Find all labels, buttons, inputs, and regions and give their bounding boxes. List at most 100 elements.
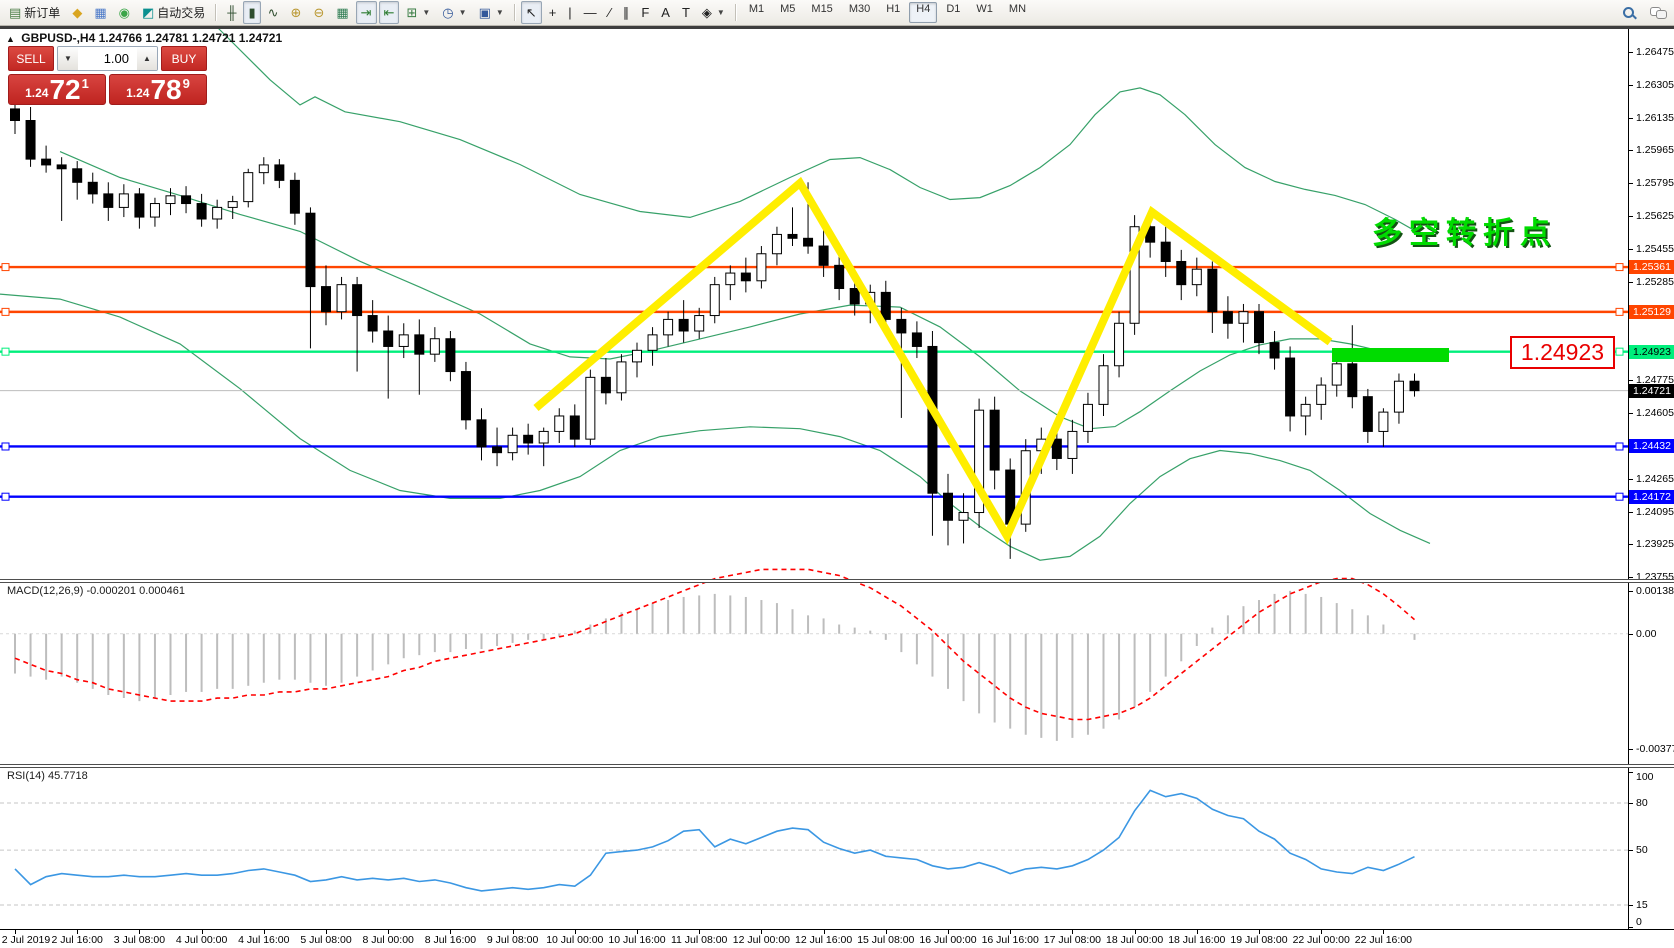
chevron-down-icon: ▼ — [459, 8, 467, 17]
candlestick-chart-button[interactable]: ▮ — [243, 1, 260, 24]
vertical-line-button[interactable]: | — [563, 1, 576, 24]
trendline-button[interactable]: ∕ — [604, 1, 616, 24]
new-order-label: 新订单 — [24, 4, 60, 21]
sell-price-pip: 1 — [82, 76, 89, 91]
timeframe-m1-button[interactable]: M1 — [742, 2, 771, 23]
price-tick — [1629, 282, 1633, 283]
cursor-icon: ↖ — [526, 6, 537, 19]
toolbar-separator — [735, 4, 737, 21]
horizontal-line-button[interactable]: — — [579, 1, 602, 24]
volume-input[interactable]: 1.00 — [78, 47, 137, 70]
timeframe-m5-button[interactable]: M5 — [773, 2, 802, 23]
panel-separator-rsi[interactable] — [0, 764, 1674, 768]
price-tick-label: 1.25795 — [1636, 177, 1674, 189]
timeframe-h1-button[interactable]: H1 — [879, 2, 907, 23]
line-chart-icon: ∿ — [268, 6, 279, 19]
chart-shift-button[interactable]: ⇤ — [379, 1, 400, 24]
buy-button[interactable]: BUY — [161, 46, 207, 71]
shapes-button[interactable]: ◈▼ — [697, 1, 730, 24]
rsi-axis-label: 50 — [1636, 844, 1648, 856]
zoom-in-button[interactable]: ⊕ — [286, 1, 307, 24]
shapes-icon: ◈ — [702, 6, 712, 19]
templates-button[interactable]: ▣▼ — [474, 1, 509, 24]
chevron-down-icon: ▼ — [496, 8, 504, 17]
symbol-marker-icon: ▲ — [6, 34, 15, 44]
market-watch-button[interactable]: ▦ — [89, 1, 111, 24]
text-label-button[interactable]: T — [677, 1, 695, 24]
price-tick — [1629, 512, 1633, 513]
timeframe-mn-button[interactable]: MN — [1002, 2, 1033, 23]
time-label: 18 Jul 00:00 — [1106, 934, 1163, 946]
price-tick — [1629, 249, 1633, 250]
bar-chart-button[interactable]: ╫ — [222, 1, 241, 24]
timeframe-m30-button[interactable]: M30 — [842, 2, 877, 23]
zoom-out-button[interactable]: ⊖ — [308, 1, 329, 24]
trendline-zigzag[interactable] — [536, 183, 1330, 536]
new-order-button[interactable]: ▤新订单 — [4, 1, 65, 24]
autotrade-button[interactable]: ◩自动交易 — [137, 1, 210, 24]
sell-price-box[interactable]: 1.24 72 1 — [8, 74, 106, 105]
price-tick — [1629, 183, 1633, 184]
time-label: 10 Jul 16:00 — [608, 934, 665, 946]
new-chart-button[interactable]: ⊞▼ — [401, 1, 435, 24]
volume-down-button[interactable]: ▼ — [58, 47, 78, 70]
monitor-icon: ▦ — [94, 6, 106, 19]
panel-separator-macd[interactable] — [0, 579, 1674, 583]
buy-price-box[interactable]: 1.24 78 9 — [109, 74, 207, 105]
pivot-line-handle — [2, 348, 9, 355]
cursor-button[interactable]: ↖ — [521, 1, 542, 24]
crosshair-button[interactable]: + — [544, 1, 562, 24]
volume-up-button[interactable]: ▲ — [137, 47, 157, 70]
chevron-down-icon: ▼ — [422, 8, 430, 17]
profile-button[interactable]: ◆ — [67, 1, 87, 24]
horizontal-lines[interactable] — [0, 264, 1628, 501]
annotation-price-callout[interactable]: 1.24923 — [1510, 336, 1615, 369]
annotation-turning-point-text[interactable]: 多空转折点 — [1372, 208, 1557, 252]
chart-canvas[interactable] — [0, 0, 1674, 947]
rsi-line — [15, 790, 1415, 891]
macd-axis-label: -0.003771 — [1636, 743, 1674, 755]
crosshair-icon: + — [549, 6, 557, 19]
time-label: 17 Jul 08:00 — [1044, 934, 1101, 946]
equidistant-channel-button[interactable]: ∥ — [618, 1, 635, 24]
one-click-trading-panel: SELL ▼ 1.00 ▲ BUY 1.24 72 1 1.24 78 9 — [8, 46, 207, 105]
timeframe-h4-button[interactable]: H4 — [909, 2, 937, 23]
price-tick — [1629, 150, 1633, 151]
window-divider — [0, 26, 1674, 29]
auto-scroll-icon: ⇥ — [361, 6, 372, 19]
fibonacci-button[interactable]: F — [636, 1, 654, 24]
rsi-axis-label: 100 — [1636, 771, 1654, 783]
timeframe-w1-button[interactable]: W1 — [969, 2, 1000, 23]
channel-icon: ∥ — [623, 6, 630, 19]
resistance-line-1-price-label: 1.25361 — [1629, 260, 1674, 274]
tile-windows-button[interactable]: ▦ — [331, 1, 353, 24]
time-label: 8 Jul 16:00 — [425, 934, 476, 946]
periods-button[interactable]: ◷▼ — [437, 1, 471, 24]
timeframe-m15-button[interactable]: M15 — [804, 2, 839, 23]
auto-scroll-button[interactable]: ⇥ — [356, 1, 377, 24]
timeframe-d1-button[interactable]: D1 — [939, 2, 967, 23]
line-chart-button[interactable]: ∿ — [263, 1, 284, 24]
search-icon[interactable] — [1622, 6, 1636, 20]
signals-button[interactable]: ◉ — [114, 1, 135, 24]
price-tick-label: 1.26475 — [1636, 46, 1674, 58]
time-label: 12 Jul 16:00 — [795, 934, 852, 946]
highlight-rectangle[interactable] — [1332, 348, 1449, 362]
profile-icon: ◆ — [72, 6, 82, 19]
toolbar-group-objects: ↖ + |—∕ ∥ FAT◈▼ — [520, 0, 731, 25]
price-tick-label: 1.24095 — [1636, 506, 1674, 518]
rsi-axis-label: 15 — [1636, 899, 1648, 911]
time-label: 8 Jul 00:00 — [363, 934, 414, 946]
support-line-2-handle — [2, 493, 9, 500]
time-label: 11 Jul 08:00 — [671, 934, 727, 946]
rsi-tick — [1629, 772, 1633, 773]
support-line-1-price-label: 1.24432 — [1629, 439, 1674, 453]
toolbar-group-chart: ╫▮ ∿ ⊕⊖▦ ⇥ ⇤⊞▼◷▼▣▼ — [221, 0, 510, 25]
text-button[interactable]: A — [656, 1, 675, 24]
toolbar-group-main: ▤新订单 ◆ ▦ ◉◩自动交易 — [3, 0, 211, 25]
macd-panel — [0, 569, 1628, 741]
time-label: 15 Jul 08:00 — [857, 934, 914, 946]
chat-icon[interactable] — [1650, 7, 1666, 19]
time-label: 16 Jul 00:00 — [919, 934, 976, 946]
sell-button[interactable]: SELL — [8, 46, 54, 71]
